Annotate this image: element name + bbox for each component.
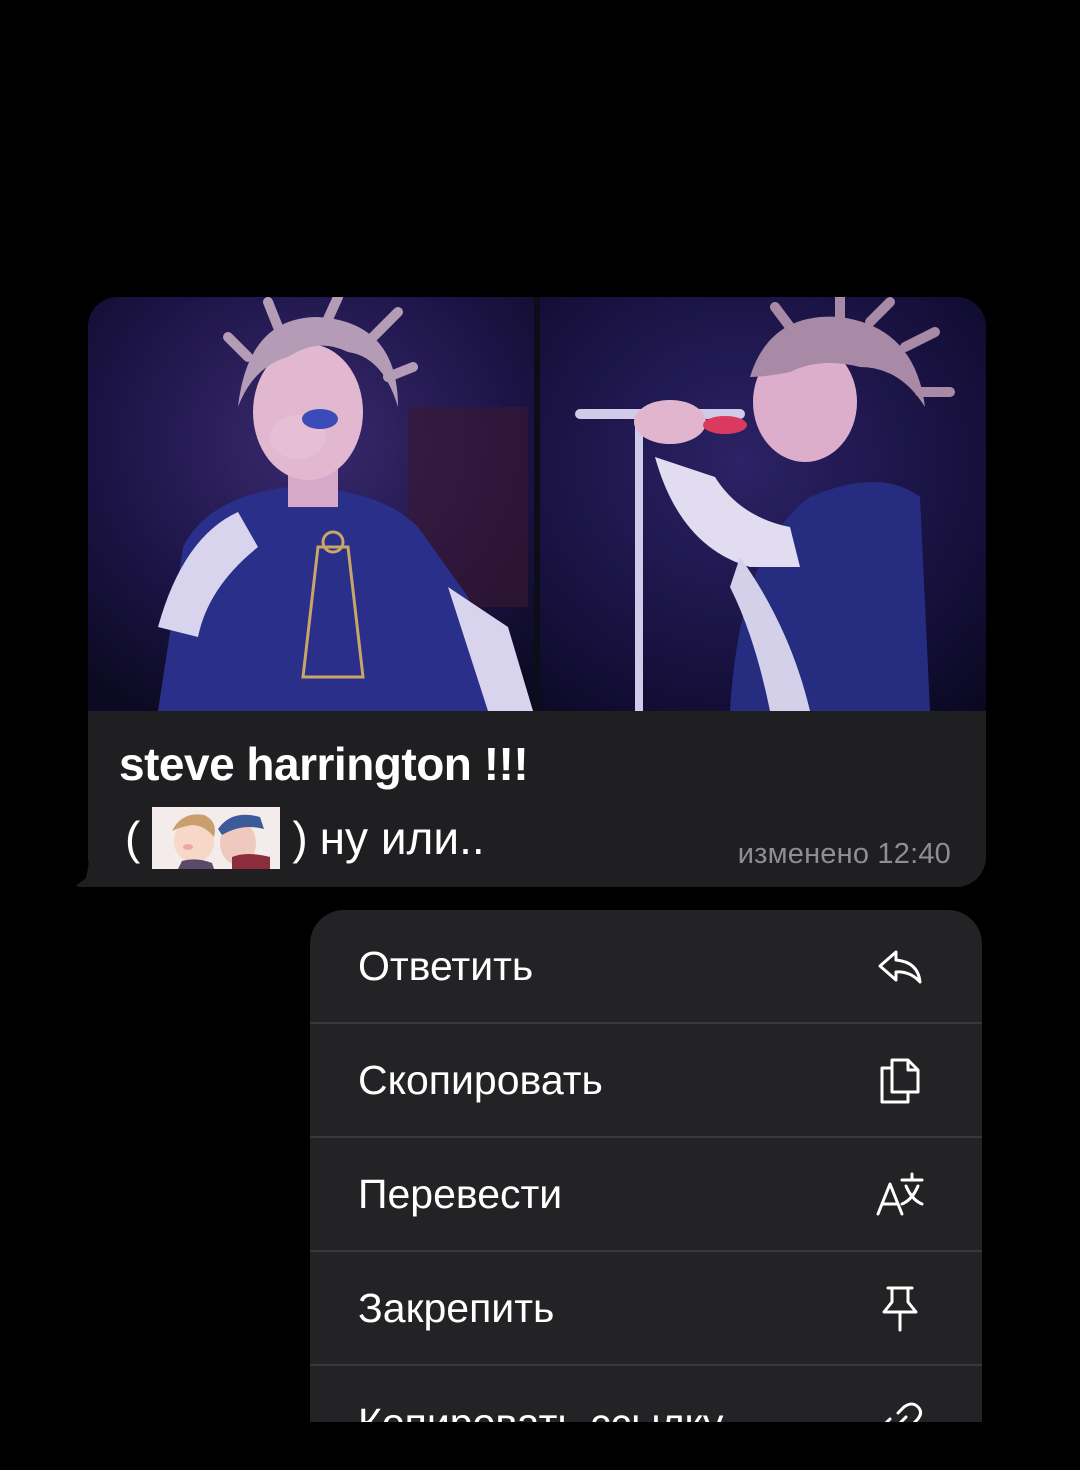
photo-right[interactable] [540,297,986,711]
menu-item-copy[interactable]: Скопировать [310,1024,982,1138]
concert-photo-left [88,297,534,711]
photo-left[interactable] [88,297,534,711]
bubble-tail [74,857,114,887]
link-icon [870,1393,930,1422]
caption-line: ( ) ну или.. [119,804,485,872]
menu-item-translate[interactable]: Перевести [310,1138,982,1252]
context-menu: Ответить Скопировать Перевести Закрепить [310,910,982,1422]
caption-text: ну или.. [319,812,485,864]
message-bubble[interactable]: steve harrington !!! ( ) ну или.. измене… [88,297,986,887]
menu-item-label: Копировать ссылку [358,1400,723,1423]
menu-item-label: Ответить [358,942,534,989]
translate-icon [870,1164,930,1224]
menu-item-pin[interactable]: Закрепить [310,1252,982,1366]
menu-item-copy-link[interactable]: Копировать ссылку [310,1366,982,1422]
menu-item-label: Перевести [358,1170,563,1217]
copy-icon [870,1050,930,1110]
menu-item-label: Закрепить [358,1284,555,1331]
caption-open-paren: ( [125,812,141,864]
edited-timestamp: изменено 12:40 [737,838,951,870]
context-menu-list: Ответить Скопировать Перевести Закрепить [310,910,982,1422]
caption-close-paren: ) [292,812,308,864]
photo-album[interactable] [88,297,986,711]
custom-emoji-sticker [152,807,281,869]
caption-title: steve harrington !!! [119,738,529,790]
concert-photo-right [540,297,986,711]
menu-item-label: Скопировать [358,1056,603,1103]
menu-item-reply[interactable]: Ответить [310,910,982,1024]
reply-icon [870,936,930,996]
pin-icon [870,1278,930,1338]
